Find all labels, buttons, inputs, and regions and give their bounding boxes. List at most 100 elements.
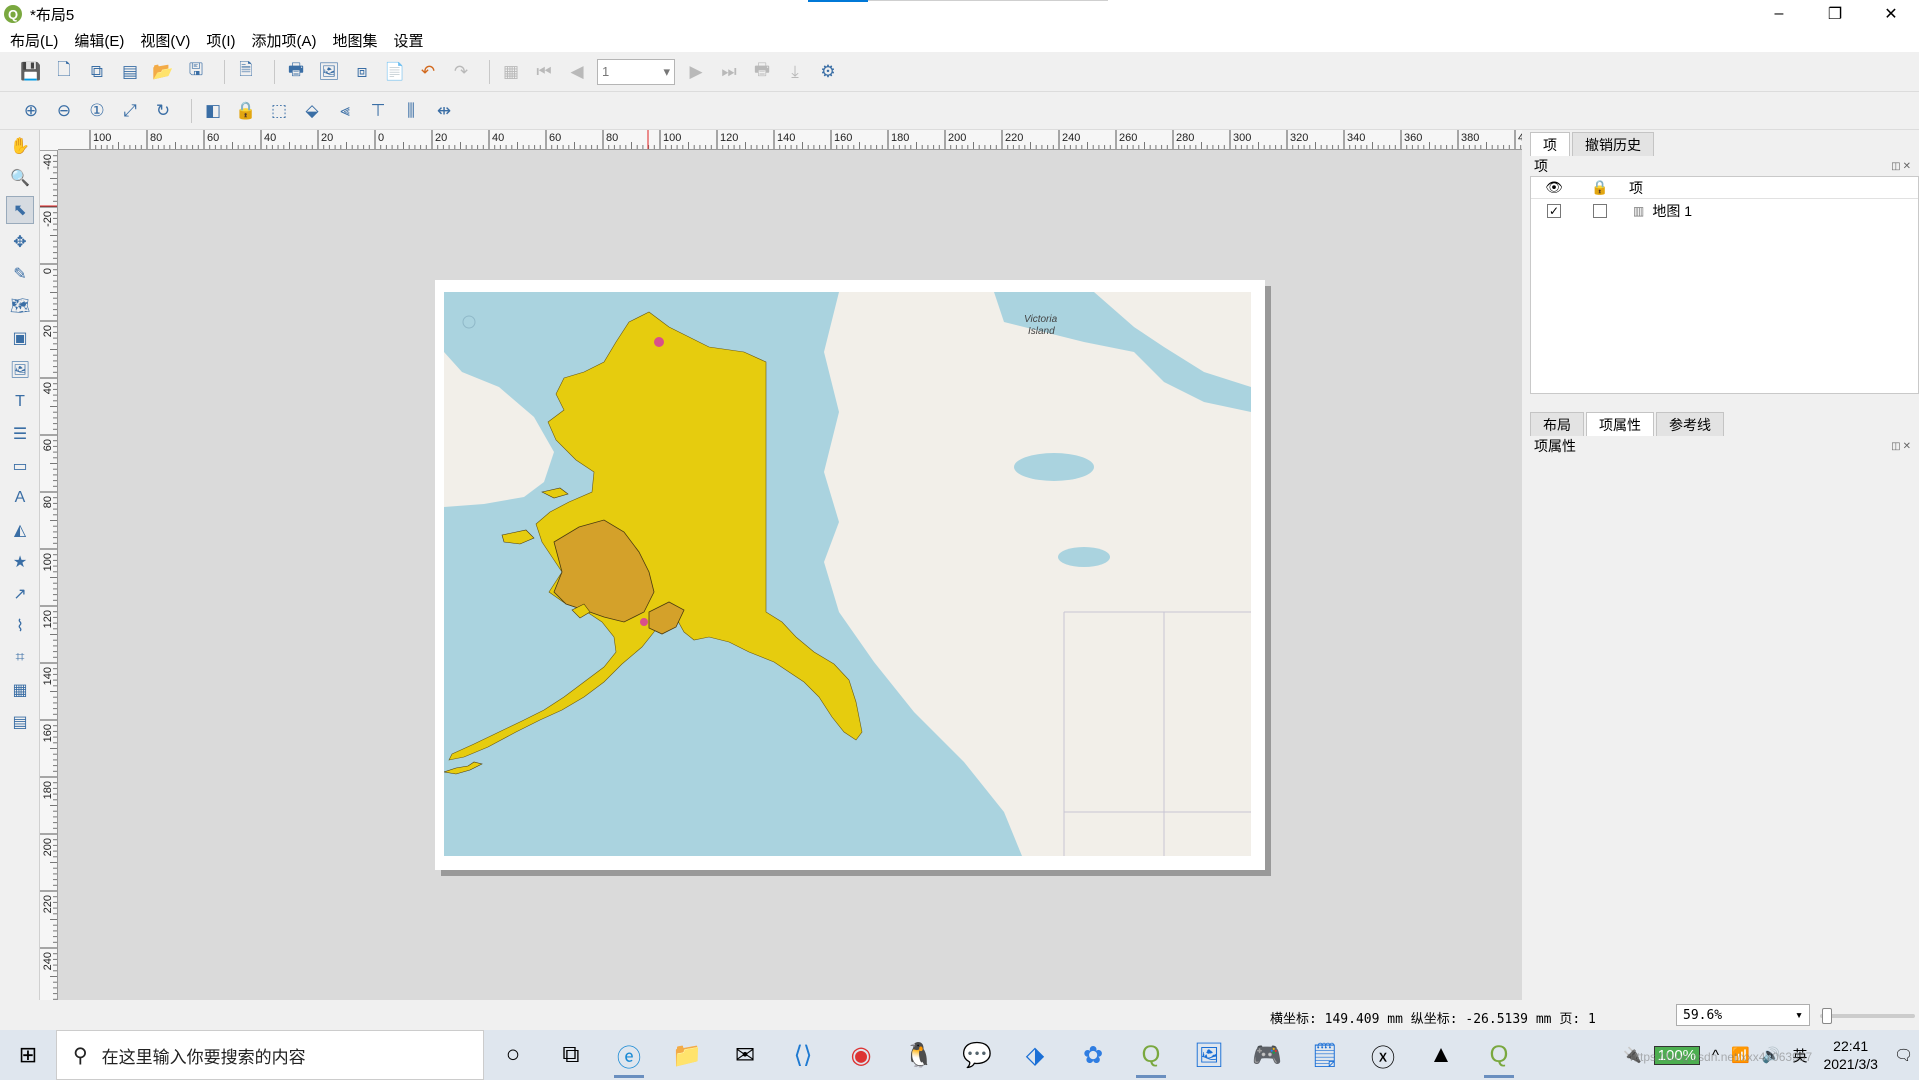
baidu-netdisk-icon[interactable]: ✿ — [1064, 1030, 1122, 1080]
add-pages-icon[interactable]: 🗎 — [233, 59, 259, 85]
select-move-icon[interactable]: ⬉ — [6, 196, 34, 224]
list-item[interactable]: ✓ ▥ 地图 1 — [1531, 199, 1918, 223]
save-template-icon[interactable]: 🖫 — [183, 59, 209, 85]
zoom-full-icon[interactable]: ⤢ — [117, 98, 143, 124]
next-feature-icon[interactable]: ▶ — [683, 59, 709, 85]
notification-icon[interactable]: 🗨 — [1894, 1046, 1913, 1064]
zoom-100-icon[interactable]: ① — [84, 98, 110, 124]
zoom-in-icon[interactable]: ⊕ — [18, 98, 44, 124]
vertical-ruler[interactable]: -40 -20 0 20 40 60 80 100 120 140 160 180 200 220 240 — [40, 150, 58, 1000]
ungroup-items-icon[interactable]: ⬙ — [299, 98, 325, 124]
last-feature-icon[interactable]: ⏭ — [716, 59, 742, 85]
xbox-icon[interactable]: ⓧ — [1354, 1030, 1412, 1080]
zoom-combobox[interactable]: 59.6% ▾ — [1676, 1004, 1810, 1026]
resize-icon[interactable]: ⇹ — [431, 98, 457, 124]
add-arrow-icon[interactable]: ↗ — [6, 580, 34, 608]
menu-add-item[interactable]: 添加项(A) — [252, 30, 317, 51]
duplicate-layout-icon[interactable]: ⧉ — [84, 59, 110, 85]
chrome-icon[interactable]: ◉ — [832, 1030, 890, 1080]
wechat-icon[interactable]: 💬 — [948, 1030, 1006, 1080]
print-icon[interactable]: 🖶 — [283, 59, 309, 85]
cortana-icon[interactable]: ○ — [484, 1030, 542, 1080]
redo-icon[interactable]: ↷ — [448, 59, 474, 85]
refresh-icon[interactable]: ↻ — [150, 98, 176, 124]
add-legend-icon[interactable]: ☰ — [6, 420, 34, 448]
zoom-out-icon[interactable]: ⊖ — [51, 98, 77, 124]
menu-settings[interactable]: 设置 — [394, 30, 424, 51]
add-3d-map-icon[interactable]: ▣ — [6, 324, 34, 352]
distribute-icon[interactable]: ⫼ — [398, 98, 424, 124]
items-tree[interactable]: 👁 🔒 项 ✓ ▥ 地图 1 — [1530, 176, 1919, 394]
edge-icon[interactable]: ⓔ — [600, 1030, 658, 1080]
map-item[interactable]: Victoria Island — [444, 292, 1251, 856]
export-svg-icon[interactable]: ⧈ — [349, 59, 375, 85]
horizontal-ruler[interactable]: 100 80 60 40 20 0 20 40 60 80 100 120 140 160 180 200 22… — [58, 130, 1522, 150]
task-view-icon[interactable]: ⧉ — [542, 1030, 600, 1080]
file-explorer-icon[interactable]: 📁 — [658, 1030, 716, 1080]
tab-items[interactable]: 项 — [1530, 132, 1570, 156]
tab-layout[interactable]: 布局 — [1530, 412, 1584, 436]
align-top-icon[interactable]: ⊤ — [365, 98, 391, 124]
dock-float-close-icons[interactable]: ◫✕ — [1891, 441, 1913, 452]
undo-icon[interactable]: ↶ — [415, 59, 441, 85]
qgis-layout-taskbar-icon[interactable]: Q — [1470, 1030, 1528, 1080]
zoom-slider-handle[interactable] — [1822, 1008, 1832, 1024]
vscode-icon[interactable]: ⟨⟩ — [774, 1030, 832, 1080]
align-left-icon[interactable]: ⫷ — [332, 98, 358, 124]
tab-guides[interactable]: 参考线 — [1656, 412, 1724, 436]
tab-item-properties[interactable]: 项属性 — [1586, 412, 1654, 436]
first-feature-icon[interactable]: ⏮ — [531, 59, 557, 85]
previous-feature-icon[interactable]: ◀ — [564, 59, 590, 85]
move-content-icon[interactable]: ✥ — [6, 228, 34, 256]
edit-nodes-icon[interactable]: ✎ — [6, 260, 34, 288]
layout-canvas[interactable]: Victoria Island — [58, 150, 1522, 1000]
export-atlas-icon[interactable]: ⤓ — [782, 59, 808, 85]
minimize-button[interactable]: – — [1751, 0, 1807, 28]
pan-hand-icon[interactable]: ✋ — [6, 132, 34, 160]
taskbar-search[interactable]: ⚲ 在这里输入你要搜索的内容 — [56, 1030, 484, 1080]
qgis-taskbar-icon[interactable]: Q — [1122, 1030, 1180, 1080]
photos-icon[interactable]: 🖼 — [1180, 1030, 1238, 1080]
layout-manager-icon[interactable]: ▤ — [117, 59, 143, 85]
new-layout-icon[interactable]: 🗋 — [51, 59, 77, 85]
save-icon[interactable]: 💾 — [18, 59, 44, 85]
add-attribute-table-icon[interactable]: ▦ — [6, 676, 34, 704]
add-html-icon[interactable]: ⌗ — [6, 644, 34, 672]
windows-start-icon[interactable]: ⊞ — [0, 1030, 56, 1080]
add-picture-icon[interactable]: 🖼 — [6, 356, 34, 384]
raise-items-icon[interactable]: ◧ — [200, 98, 226, 124]
mail-icon[interactable]: ✉ — [716, 1030, 774, 1080]
clock[interactable]: 22:41 2021/3/3 — [1823, 1037, 1878, 1073]
atlas-page-input[interactable]: 1 ▾ — [597, 58, 675, 85]
layout-page[interactable]: Victoria Island — [435, 280, 1265, 870]
close-button[interactable]: ✕ — [1863, 0, 1919, 28]
visibility-checkbox[interactable]: ✓ — [1547, 204, 1561, 218]
export-pdf-icon[interactable]: 📄 — [382, 59, 408, 85]
menu-view[interactable]: 视图(V) — [140, 30, 190, 51]
game-icon[interactable]: 🎮 — [1238, 1030, 1296, 1080]
dock-float-close-icons[interactable]: ◫✕ — [1891, 161, 1913, 172]
add-shape-icon[interactable]: ◭ — [6, 516, 34, 544]
add-label-icon[interactable]: T — [6, 388, 34, 416]
atlas-settings-icon[interactable]: ⚙ — [815, 59, 841, 85]
add-node-item-icon[interactable]: ⌇ — [6, 612, 34, 640]
export-image-icon[interactable]: 🖼 — [316, 59, 342, 85]
qq-icon[interactable]: 🐧 — [890, 1030, 948, 1080]
lock-checkbox[interactable] — [1593, 204, 1607, 218]
image-viewer-icon[interactable]: ▲ — [1412, 1030, 1470, 1080]
add-scalebar-icon[interactable]: ▭ — [6, 452, 34, 480]
menu-layout[interactable]: 布局(L) — [10, 30, 58, 51]
atlas-preview-icon[interactable]: ▦ — [498, 59, 524, 85]
feishu-icon[interactable]: ⬗ — [1006, 1030, 1064, 1080]
group-items-icon[interactable]: ⬚ — [266, 98, 292, 124]
notes-icon[interactable]: 🗒 — [1296, 1030, 1354, 1080]
add-fixed-table-icon[interactable]: ▤ — [6, 708, 34, 736]
zoom-tool-icon[interactable]: 🔍 — [6, 164, 34, 192]
add-north-arrow-icon[interactable]: A — [6, 484, 34, 512]
menu-atlas[interactable]: 地图集 — [333, 30, 378, 51]
lock-items-icon[interactable]: 🔒 — [233, 98, 259, 124]
add-map-icon[interactable]: 🗺 — [6, 292, 34, 320]
open-template-icon[interactable]: 📂 — [150, 59, 176, 85]
menu-items[interactable]: 项(I) — [206, 30, 235, 51]
add-marker-icon[interactable]: ★ — [6, 548, 34, 576]
